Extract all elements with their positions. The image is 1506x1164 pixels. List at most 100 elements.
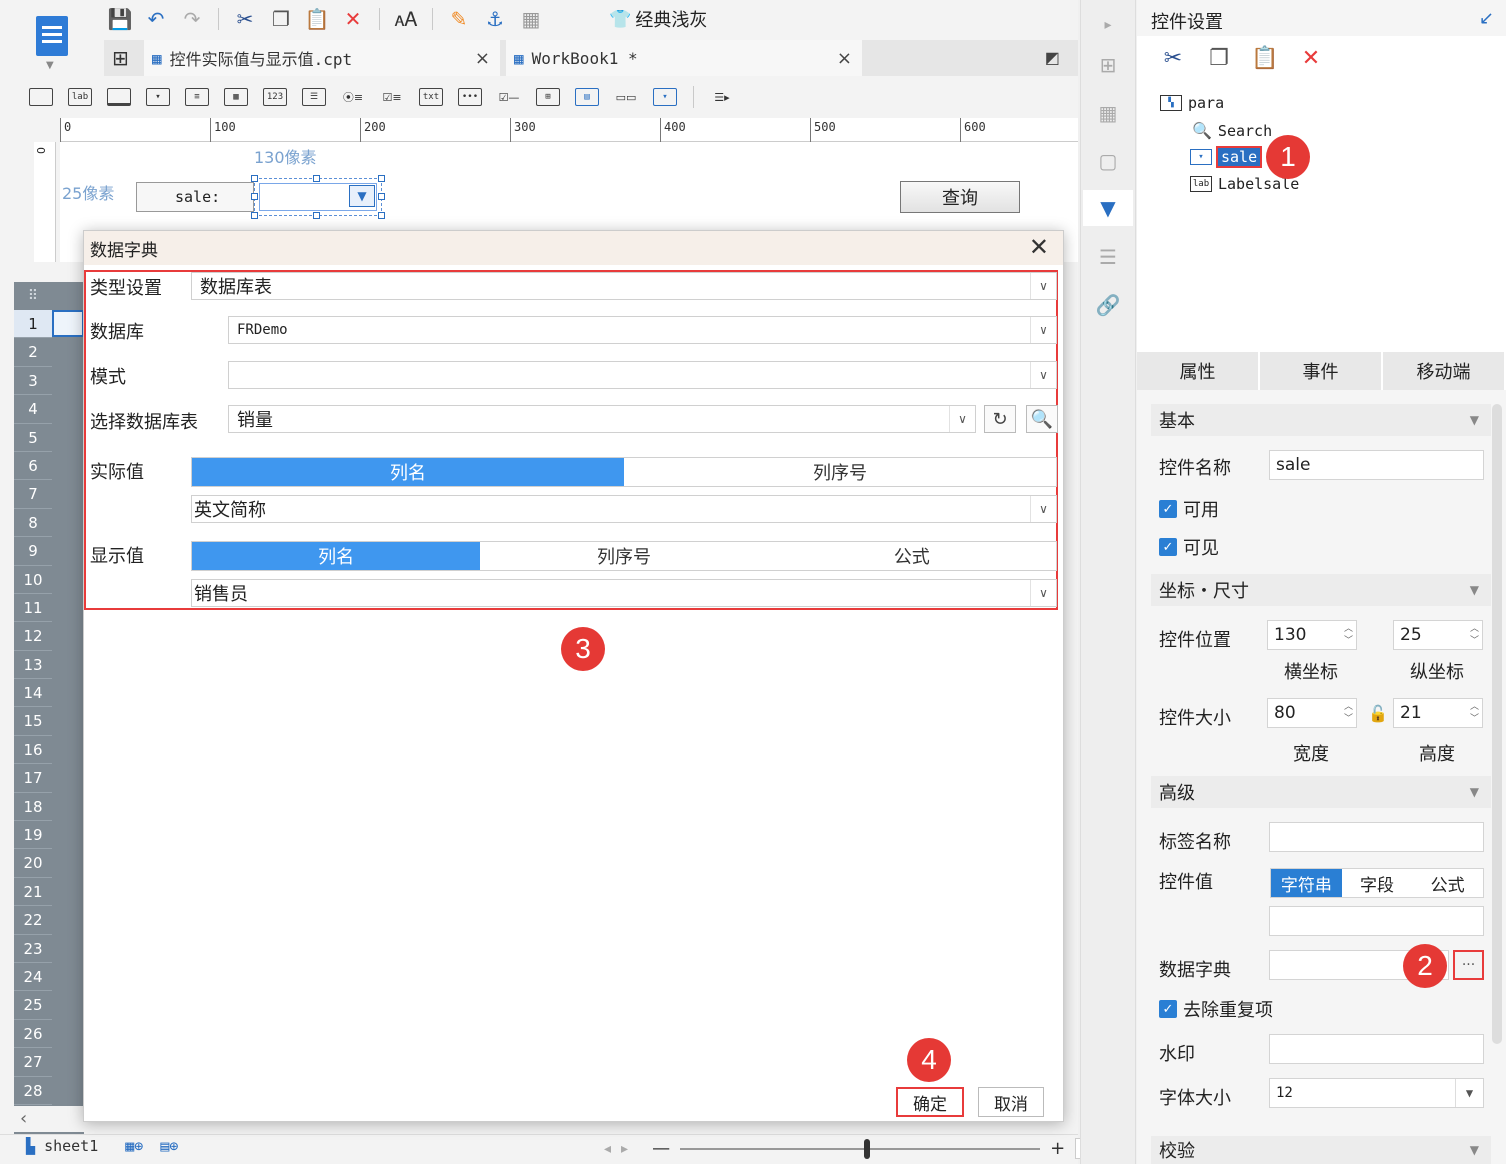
watermark-input[interactable] — [1269, 1034, 1484, 1064]
plugin-icon[interactable]: ⚓ — [481, 5, 509, 33]
row-header[interactable]: 26 — [14, 1020, 52, 1049]
mode-formula[interactable]: 公式 — [1412, 869, 1483, 897]
tag-name-input[interactable] — [1269, 822, 1484, 852]
lock-icon[interactable]: 🔓 — [1368, 704, 1388, 723]
resize-handle[interactable] — [378, 212, 385, 219]
resize-handle[interactable] — [251, 175, 258, 182]
width-input[interactable]: 80 ︿ ﹀ — [1267, 698, 1357, 728]
row-header[interactable]: 13 — [14, 651, 52, 680]
spinner-icon[interactable]: ︿ ﹀ — [1470, 701, 1479, 725]
spinner-icon[interactable]: ︿ ﹀ — [1470, 623, 1479, 647]
widget-name-input[interactable]: sale — [1269, 450, 1484, 480]
link-icon[interactable]: 🔗 — [1093, 290, 1123, 320]
dropdown-widget-icon[interactable]: ▾ — [143, 84, 173, 110]
display-mode-formula[interactable]: 公式 — [768, 542, 1056, 570]
app-logo[interactable]: ▼ — [32, 8, 76, 71]
row-header[interactable]: 28 — [14, 1077, 52, 1105]
grid-icon[interactable]: ⊞ — [112, 46, 129, 70]
redo-icon[interactable]: ↷ — [178, 5, 206, 33]
row-header[interactable]: 5 — [14, 424, 52, 452]
zoom-slider-knob[interactable] — [864, 1138, 871, 1159]
select-all-corner[interactable]: ⠿ — [14, 282, 52, 310]
row-header[interactable]: 2 — [14, 338, 52, 367]
cut-icon[interactable]: ✂ — [1159, 44, 1187, 72]
pos-x-input[interactable]: 130 ︿ ﹀ — [1267, 620, 1357, 650]
collapse-arrow-icon[interactable]: ▸ — [1093, 10, 1123, 40]
mode-field[interactable]: 字段 — [1342, 869, 1413, 897]
text-widget-icon[interactable]: txt — [416, 84, 446, 110]
ok-button[interactable]: 确定 — [896, 1087, 964, 1117]
resize-handle[interactable] — [378, 193, 385, 200]
button-widget-icon[interactable] — [26, 84, 56, 110]
actual-mode-colindex[interactable]: 列序号 — [624, 458, 1056, 486]
section-advanced[interactable]: 高级 ▼ — [1151, 776, 1491, 808]
row-header[interactable]: 17 — [14, 764, 52, 793]
list-widget-icon[interactable]: ≡ — [182, 84, 212, 110]
row-header[interactable]: 22 — [14, 906, 52, 935]
row-header[interactable]: 20 — [14, 849, 52, 878]
cancel-button[interactable]: 取消 — [978, 1087, 1044, 1117]
row-header[interactable]: 11 — [14, 594, 52, 623]
row-header[interactable]: 9 — [14, 537, 52, 566]
label-widget-icon[interactable]: lab — [65, 84, 95, 110]
checkbox-widget-icon[interactable]: ☑— — [494, 84, 524, 110]
display-column-select[interactable]: 销售员 ∨ — [191, 579, 1057, 607]
add-sheet-icon[interactable]: ▦⊕ — [125, 1137, 143, 1155]
text-preview-icon[interactable]: 🗚 — [392, 5, 420, 33]
row-header[interactable]: 12 — [14, 622, 52, 651]
row-header[interactable]: 10 — [14, 566, 52, 594]
resize-handle[interactable] — [251, 212, 258, 219]
row-header[interactable]: 4 — [14, 395, 52, 424]
page-next-icon[interactable]: ▸ — [621, 1141, 628, 1157]
label-sale-widget[interactable]: sale: — [136, 182, 254, 212]
row-header[interactable]: 25 — [14, 991, 52, 1020]
copy-icon[interactable]: ❐ — [267, 5, 295, 33]
page-prev-icon[interactable]: ◂ — [604, 1141, 611, 1157]
more-widgets-icon[interactable]: ☰▸ — [707, 84, 737, 110]
pos-y-input[interactable]: 25 ︿ ﹀ — [1393, 620, 1483, 650]
zoom-out-button[interactable]: — — [652, 1138, 670, 1159]
layout-icon[interactable]: ⊞ — [1093, 50, 1123, 80]
tab-mobile[interactable]: 移动端 — [1383, 352, 1506, 390]
actual-column-select[interactable]: 英文简称 ∨ — [191, 495, 1057, 523]
delete-icon[interactable]: ✕ — [339, 5, 367, 33]
mode-string[interactable]: 字符串 — [1271, 869, 1342, 897]
row-header[interactable]: 7 — [14, 480, 52, 509]
row-header[interactable]: 3 — [14, 367, 52, 396]
spinner-icon[interactable]: ︿ ﹀ — [1344, 623, 1353, 647]
save-icon[interactable]: 💾 — [106, 5, 134, 33]
tab-workbook[interactable]: ▦ WorkBook1 * × — [506, 40, 862, 76]
tree-node-sale[interactable]: ▾ sale — [1190, 146, 1263, 168]
database-select[interactable]: FRDemo ∨ — [228, 316, 1057, 344]
tree-node-para[interactable]: ▚ para — [1160, 94, 1224, 112]
visible-checkbox[interactable]: ✓ 可见 — [1159, 534, 1219, 560]
table-widget-icon[interactable]: ▤ — [572, 84, 602, 110]
close-tab-icon[interactable]: × — [837, 48, 852, 69]
pin-icon[interactable]: ↙ — [1479, 8, 1494, 29]
tab-properties[interactable]: 属性 — [1137, 352, 1260, 390]
spinner-icon[interactable]: ︿ ﹀ — [1344, 701, 1353, 725]
row-header[interactable]: 1 — [14, 310, 52, 339]
cut-icon[interactable]: ✂ — [231, 5, 259, 33]
textarea-widget-icon[interactable]: ☰ — [299, 84, 329, 110]
frame-icon[interactable]: ▢ — [1093, 146, 1123, 176]
height-input[interactable]: 21 ︿ ﹀ — [1393, 698, 1483, 728]
paste-icon[interactable]: 📋 — [1251, 44, 1279, 72]
selected-cell[interactable] — [52, 310, 84, 337]
enabled-checkbox[interactable]: ✓ 可用 — [1159, 496, 1219, 522]
image-icon[interactable]: ▦ — [517, 5, 545, 33]
radio-group-icon[interactable]: ⦿≡ — [338, 84, 368, 110]
resize-handle[interactable] — [251, 193, 258, 200]
password-widget-icon[interactable]: ••• — [455, 84, 485, 110]
component-settings-icon[interactable]: ▦ — [1093, 98, 1123, 128]
preview-button[interactable]: 🔍 — [1026, 405, 1058, 433]
tab-menu-icon[interactable]: ◩ — [1045, 48, 1060, 67]
scroll-left-icon[interactable]: ‹ — [20, 1108, 27, 1129]
undo-icon[interactable]: ↶ — [142, 5, 170, 33]
number-widget-icon[interactable]: 123 — [260, 84, 290, 110]
calendar-widget-icon[interactable]: ▦ — [221, 84, 251, 110]
table-select[interactable]: 销量 ∨ — [228, 405, 976, 433]
close-tab-icon[interactable]: × — [475, 48, 490, 69]
row-header[interactable]: 6 — [14, 452, 52, 481]
refresh-button[interactable]: ↻ — [984, 405, 1016, 433]
